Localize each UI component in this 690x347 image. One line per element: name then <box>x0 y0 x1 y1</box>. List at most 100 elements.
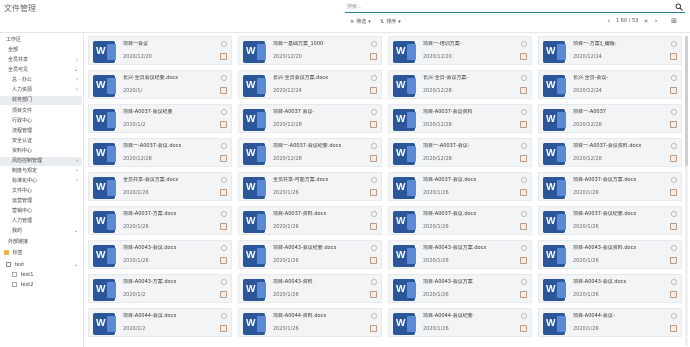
select-radio[interactable] <box>371 279 377 285</box>
select-radio[interactable] <box>221 177 227 183</box>
select-radio[interactable] <box>671 75 677 81</box>
sidebar-item-10[interactable]: 安全认证 <box>0 137 82 146</box>
select-radio[interactable] <box>671 313 677 319</box>
select-radio[interactable] <box>371 143 377 149</box>
select-radio[interactable] <box>371 211 377 217</box>
file-card[interactable]: W 项目-A0037·会议资料 2020/12/28 <box>388 104 532 133</box>
select-radio[interactable] <box>671 211 677 217</box>
select-radio[interactable] <box>221 109 227 115</box>
select-radio[interactable] <box>371 313 377 319</box>
file-card[interactable]: W 项目-A0044-资料.docx 2020/1/26 <box>238 308 382 337</box>
sidebar-item-9[interactable]: 流程管理 <box>0 127 82 136</box>
select-radio[interactable] <box>371 75 377 81</box>
sidebar-item-11[interactable]: 资料中心 <box>0 147 82 156</box>
select-radio[interactable] <box>521 211 527 217</box>
select-radio[interactable] <box>521 41 527 47</box>
file-card[interactable]: W 项目一-方案汇编版- 2020/12/24 <box>538 36 682 65</box>
select-radio[interactable] <box>671 245 677 251</box>
file-card[interactable]: W 项目-A0037·会议纪要 2020/1/2 <box>88 104 232 133</box>
select-radio[interactable] <box>521 109 527 115</box>
select-radio[interactable] <box>521 313 527 319</box>
file-card[interactable]: W 项目-A0037-会议方案.docx 2020/1/26 <box>538 172 682 201</box>
search-icon[interactable] <box>675 3 683 11</box>
select-radio[interactable] <box>671 177 677 183</box>
sidebar-item-21[interactable]: test ⌄ <box>0 261 82 270</box>
file-card[interactable]: W 长兴·全员-会议方案- 2020/12/28 <box>388 70 532 99</box>
file-card[interactable]: W 项目-A0044-会议.docx 2020/1/2 <box>88 308 232 337</box>
select-radio[interactable] <box>521 245 527 251</box>
file-card[interactable]: W 项目-A0043-会议方案.docx 2020/1/26 <box>388 240 532 269</box>
sidebar-item-23[interactable]: test2 <box>0 281 82 290</box>
file-card[interactable]: W 项目-A0037-会议.docx 2020/1/26 <box>388 206 532 235</box>
file-card[interactable]: W 项目-A0037-方案.docx 2020/1/26 <box>88 206 232 235</box>
file-card[interactable]: W 项目一-A0037-会议.docx 2020/12/28 <box>88 138 232 167</box>
sidebar-item-17[interactable]: 营销中心 <box>0 207 82 216</box>
sidebar-item-16[interactable]: 运营管理 <box>0 197 82 206</box>
select-radio[interactable] <box>671 143 677 149</box>
filter-button[interactable]: ≡ 筛选 ▾ <box>350 18 371 26</box>
file-card[interactable]: W 项目一-A0037-会议资料.docx 2020/12/28 <box>538 138 682 167</box>
file-card[interactable]: W 项目一-A0037 2020/12/28 <box>538 104 682 133</box>
select-radio[interactable] <box>221 313 227 319</box>
file-card[interactable]: W 项目-A0043-方案.docx 2020/1/2 <box>88 274 232 303</box>
select-radio[interactable] <box>221 211 227 217</box>
previous-page-button[interactable]: ‹ <box>605 17 613 25</box>
file-card[interactable]: W 长兴·全员-会议- 2020/12/24 <box>538 70 682 99</box>
file-card[interactable]: W 项目-A0043-会议资料.docx 2020/1/26 <box>538 240 682 269</box>
file-card[interactable]: W 全员共享-可能方案.docx 2020/1/26 <box>238 172 382 201</box>
sidebar-item-5[interactable]: 人力资源 › <box>0 86 82 95</box>
sidebar-item-1[interactable]: 全部 <box>0 46 82 55</box>
sidebar-item-8[interactable]: 行政中心 <box>0 117 82 126</box>
file-card[interactable]: W 项目-A0043-会议纪要.docx 2020/1/26 <box>238 240 382 269</box>
file-card[interactable]: W 项目-A0037-会议.docx 2020/1/26 <box>388 172 532 201</box>
sidebar-item-3[interactable]: 全员可见 ⌄ <box>0 66 82 75</box>
select-radio[interactable] <box>521 143 527 149</box>
file-card[interactable]: W 项目一-A0037-会议纪要.docx 2020/12/28 <box>238 138 382 167</box>
sidebar-item-12[interactable]: 风险控制管理 › <box>0 157 82 166</box>
select-radio[interactable] <box>671 41 677 47</box>
file-card[interactable]: W 项目-A0043-会议方案 2020/1/26 <box>388 274 532 303</box>
file-card[interactable]: W 项目-A0044-会议- 2020/1/26 <box>538 308 682 337</box>
file-card[interactable]: W 项目一会议 2020/12/20 <box>88 36 232 65</box>
select-radio[interactable] <box>221 41 227 47</box>
sidebar-item-13[interactable]: 制度与规定 › <box>0 167 82 176</box>
select-radio[interactable] <box>371 177 377 183</box>
sidebar-item-22[interactable]: test1 <box>0 271 82 280</box>
sidebar-item-2[interactable]: 全员共享 › <box>0 56 82 65</box>
select-radio[interactable] <box>671 279 677 285</box>
sidebar-item-6[interactable]: 财务部门 <box>0 96 82 105</box>
sidebar-item-7[interactable]: 项目文件 <box>0 107 82 116</box>
select-radio[interactable] <box>221 279 227 285</box>
select-radio[interactable] <box>371 245 377 251</box>
select-radio[interactable] <box>521 279 527 285</box>
sidebar-item-14[interactable]: 标准化中心 › <box>0 177 82 186</box>
file-card[interactable]: W 项目-A0043-会议.docx 2020/1/26 <box>88 240 232 269</box>
sort-button[interactable]: ⇅ 排序 ▾ <box>380 18 401 26</box>
next-page-button[interactable]: › <box>652 17 660 25</box>
select-radio[interactable] <box>671 109 677 115</box>
file-card[interactable]: W 全员共享-会议方案.docx 2020/1/26 <box>88 172 232 201</box>
file-card[interactable]: W 长兴·全员会议纪要.docx 2020/1/ <box>88 70 232 99</box>
grid-view-icon[interactable]: ⊞ <box>670 17 678 25</box>
file-card[interactable]: W 项目-A0043-资料 2020/1/26 <box>238 274 382 303</box>
file-card[interactable]: W 项目-A0037-会议纪要.docx 2020/1/26 <box>538 206 682 235</box>
select-radio[interactable] <box>221 143 227 149</box>
scrollbar-thumb[interactable] <box>685 36 688 166</box>
file-card[interactable]: W 项目-A0044-会议纪要 2020/1/26 <box>388 308 532 337</box>
search-input[interactable]: 搜索... <box>345 3 685 13</box>
first-page-button[interactable]: « <box>642 17 650 25</box>
file-card[interactable]: W 项目一基础方案_1000 2020/12/20 <box>238 36 382 65</box>
scrollbar[interactable] <box>685 36 688 346</box>
file-card[interactable]: W 项目-A0037-资料.docx 2020/1/26 <box>238 206 382 235</box>
file-card[interactable]: W 长兴·全员会议方案.docx 2020/12/24 <box>238 70 382 99</box>
sidebar-item-18[interactable]: 人力管理 <box>0 217 82 226</box>
file-card[interactable]: W 项目一-培训方案- 2020/12/20 <box>388 36 532 65</box>
select-radio[interactable] <box>521 177 527 183</box>
sidebar-item-19[interactable]: 我的 ⌄ <box>0 227 82 236</box>
sidebar-item-4[interactable]: 总 · 办公 › <box>0 76 82 85</box>
sidebar-item-15[interactable]: 文件中心 <box>0 187 82 196</box>
file-card[interactable]: W 项目一-A0037-会议- 2020/12/28 <box>388 138 532 167</box>
file-card[interactable]: W 项目-A0043-会议.docx 2020/1/26 <box>538 274 682 303</box>
select-radio[interactable] <box>371 41 377 47</box>
sidebar-item-20[interactable]: 外部链接 <box>0 238 82 247</box>
